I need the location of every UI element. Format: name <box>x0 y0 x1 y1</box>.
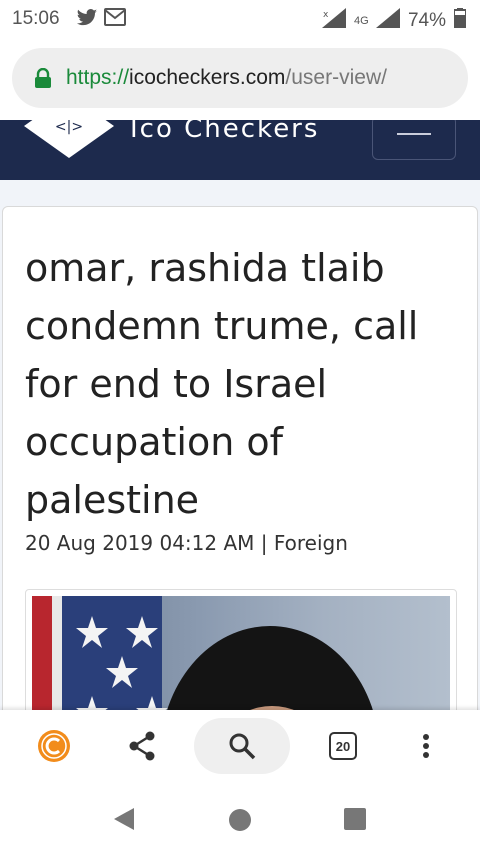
lock-icon <box>34 67 52 88</box>
site-header: <|> Ico Checkers <box>0 120 480 180</box>
home-icon[interactable] <box>228 808 252 837</box>
svg-text:<|>: <|> <box>55 120 83 135</box>
article-image <box>32 596 450 725</box>
logo-diamond-icon[interactable]: <|> <box>24 120 114 160</box>
battery-icon <box>453 8 467 34</box>
url-host: icocheckers.com <box>129 66 286 89</box>
url-bar[interactable]: https:// icocheckers.com /user-view/ <box>12 48 468 108</box>
status-time: 15:06 <box>12 8 60 29</box>
back-icon[interactable] <box>112 806 136 837</box>
tabs-icon[interactable]: 20 <box>326 726 360 766</box>
article-photo-graphic <box>32 596 377 725</box>
signal-x-icon: x <box>321 8 346 34</box>
twitter-icon <box>76 8 98 34</box>
signal-icon <box>375 8 400 34</box>
article-headline: omar, rashida tlaib condemn trume, call … <box>25 246 419 522</box>
url-path: /user-view/ <box>285 66 387 89</box>
svg-text:x: x <box>323 10 329 20</box>
url-scheme: https:// <box>66 66 130 89</box>
more-vert-icon[interactable] <box>414 726 438 766</box>
network-type: 4G <box>353 15 369 27</box>
article-image-frame <box>25 589 457 725</box>
share-icon[interactable] <box>124 726 160 766</box>
c-badge-icon[interactable] <box>36 726 72 766</box>
recents-icon[interactable] <box>344 808 366 835</box>
battery-percent: 74% <box>407 10 446 31</box>
article-card: omar, rashida tlaib condemn trume, call … <box>2 206 478 726</box>
status-bar: 15:06 x 4G 74% <box>0 0 480 38</box>
system-nav-bar <box>0 782 480 854</box>
logo-text[interactable]: Ico Checkers <box>130 120 319 144</box>
browser-bottom-bar: 20 <box>0 710 480 782</box>
tab-count: 20 <box>329 732 357 760</box>
menu-toggle-button[interactable] <box>372 120 456 160</box>
article-meta: 20 Aug 2019 04:12 AM | Foreign <box>25 531 348 555</box>
search-button[interactable] <box>194 718 290 774</box>
gmail-icon <box>104 8 126 32</box>
hamburger-icon <box>397 133 431 135</box>
search-icon <box>228 732 256 765</box>
